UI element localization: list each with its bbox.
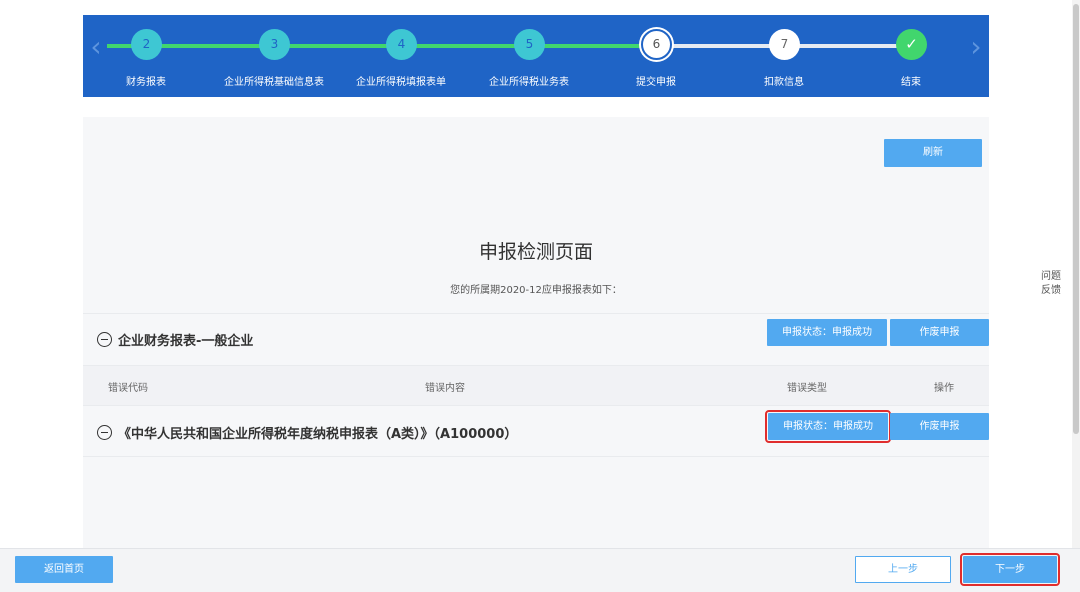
- step-number: 7: [769, 29, 800, 60]
- table-header: 错误代码 错误内容 错误类型 操作: [83, 365, 989, 405]
- page-subtitle: 您的所属期2020-12应申报报表如下：: [450, 285, 622, 296]
- step-label: 结束: [901, 77, 921, 88]
- void-filing-button[interactable]: 作废申报: [890, 413, 989, 440]
- scrollbar[interactable]: [1072, 0, 1080, 548]
- next-step-button[interactable]: 下一步: [960, 553, 1060, 586]
- step-number: 5: [514, 29, 545, 60]
- collapse-icon[interactable]: [97, 425, 112, 440]
- step-filing-forms[interactable]: 4 企业所得税填报表单: [336, 15, 466, 97]
- step-financial-statements[interactable]: 2 财务报表: [81, 15, 211, 97]
- form-row-title-text: 《中华人民共和国企业所得税年度纳税申报表（A类）》（A100000）: [118, 427, 518, 442]
- column-header: 错误内容: [425, 383, 465, 394]
- collapse-icon[interactable]: [97, 332, 112, 347]
- step-finish[interactable]: ✓ 结束: [846, 15, 976, 97]
- void-filing-button[interactable]: 作废申报: [890, 319, 989, 346]
- step-number: 4: [386, 29, 417, 60]
- scrollbar-thumb[interactable]: [1073, 4, 1079, 434]
- column-header: 错误类型: [787, 383, 827, 394]
- feedback-label-line1: 问题: [1041, 271, 1061, 282]
- form-row-title[interactable]: 《中华人民共和国企业所得税年度纳税申报表（A类）》（A100000）: [97, 423, 517, 442]
- step-basic-info[interactable]: 3 企业所得税基础信息表: [209, 15, 339, 97]
- previous-step-button[interactable]: 上一步: [855, 556, 951, 583]
- checkmark-icon: ✓: [896, 29, 927, 60]
- column-header: 错误代码: [108, 383, 148, 394]
- step-number: 3: [259, 29, 290, 60]
- feedback-label-line2: 反馈: [1041, 285, 1061, 296]
- step-submit-filing[interactable]: 6 提交申报: [591, 15, 721, 97]
- filing-status-button[interactable]: 申报状态：申报成功: [765, 410, 891, 443]
- section-title-text: 企业财务报表-一般企业: [118, 334, 254, 349]
- section-title[interactable]: 企业财务报表-一般企业: [97, 330, 253, 349]
- footer-bar: 返回首页 上一步 下一步: [0, 548, 1080, 592]
- progress-stepper: ‹ › 2 财务报表 3 企业所得税基础信息表 4 企业所得税填报表单 5 企业…: [83, 15, 989, 97]
- refresh-button[interactable]: 刷新: [884, 139, 982, 167]
- step-business-forms[interactable]: 5 企业所得税业务表: [464, 15, 594, 97]
- table-row: 《中华人民共和国企业所得税年度纳税申报表（A类）》（A100000） 申报状态：…: [83, 405, 989, 457]
- filing-status-button[interactable]: 申报状态：申报成功: [767, 319, 887, 346]
- step-deduction-info[interactable]: 7 扣款信息: [719, 15, 849, 97]
- column-header: 操作: [934, 383, 954, 394]
- page: ‹ › 2 财务报表 3 企业所得税基础信息表 4 企业所得税填报表单 5 企业…: [0, 0, 1080, 592]
- back-home-button[interactable]: 返回首页: [15, 556, 113, 583]
- step-number: 2: [131, 29, 162, 60]
- section-row: 企业财务报表-一般企业 申报状态：申报成功 作废申报: [83, 313, 989, 365]
- step-number: 6: [641, 29, 672, 60]
- feedback-tab[interactable]: 问题 反馈: [1034, 266, 1068, 302]
- page-title: 申报检测页面: [478, 241, 593, 263]
- main-card: 刷新 申报检测页面 您的所属期2020-12应申报报表如下： 企业财务报表-一般…: [83, 117, 989, 549]
